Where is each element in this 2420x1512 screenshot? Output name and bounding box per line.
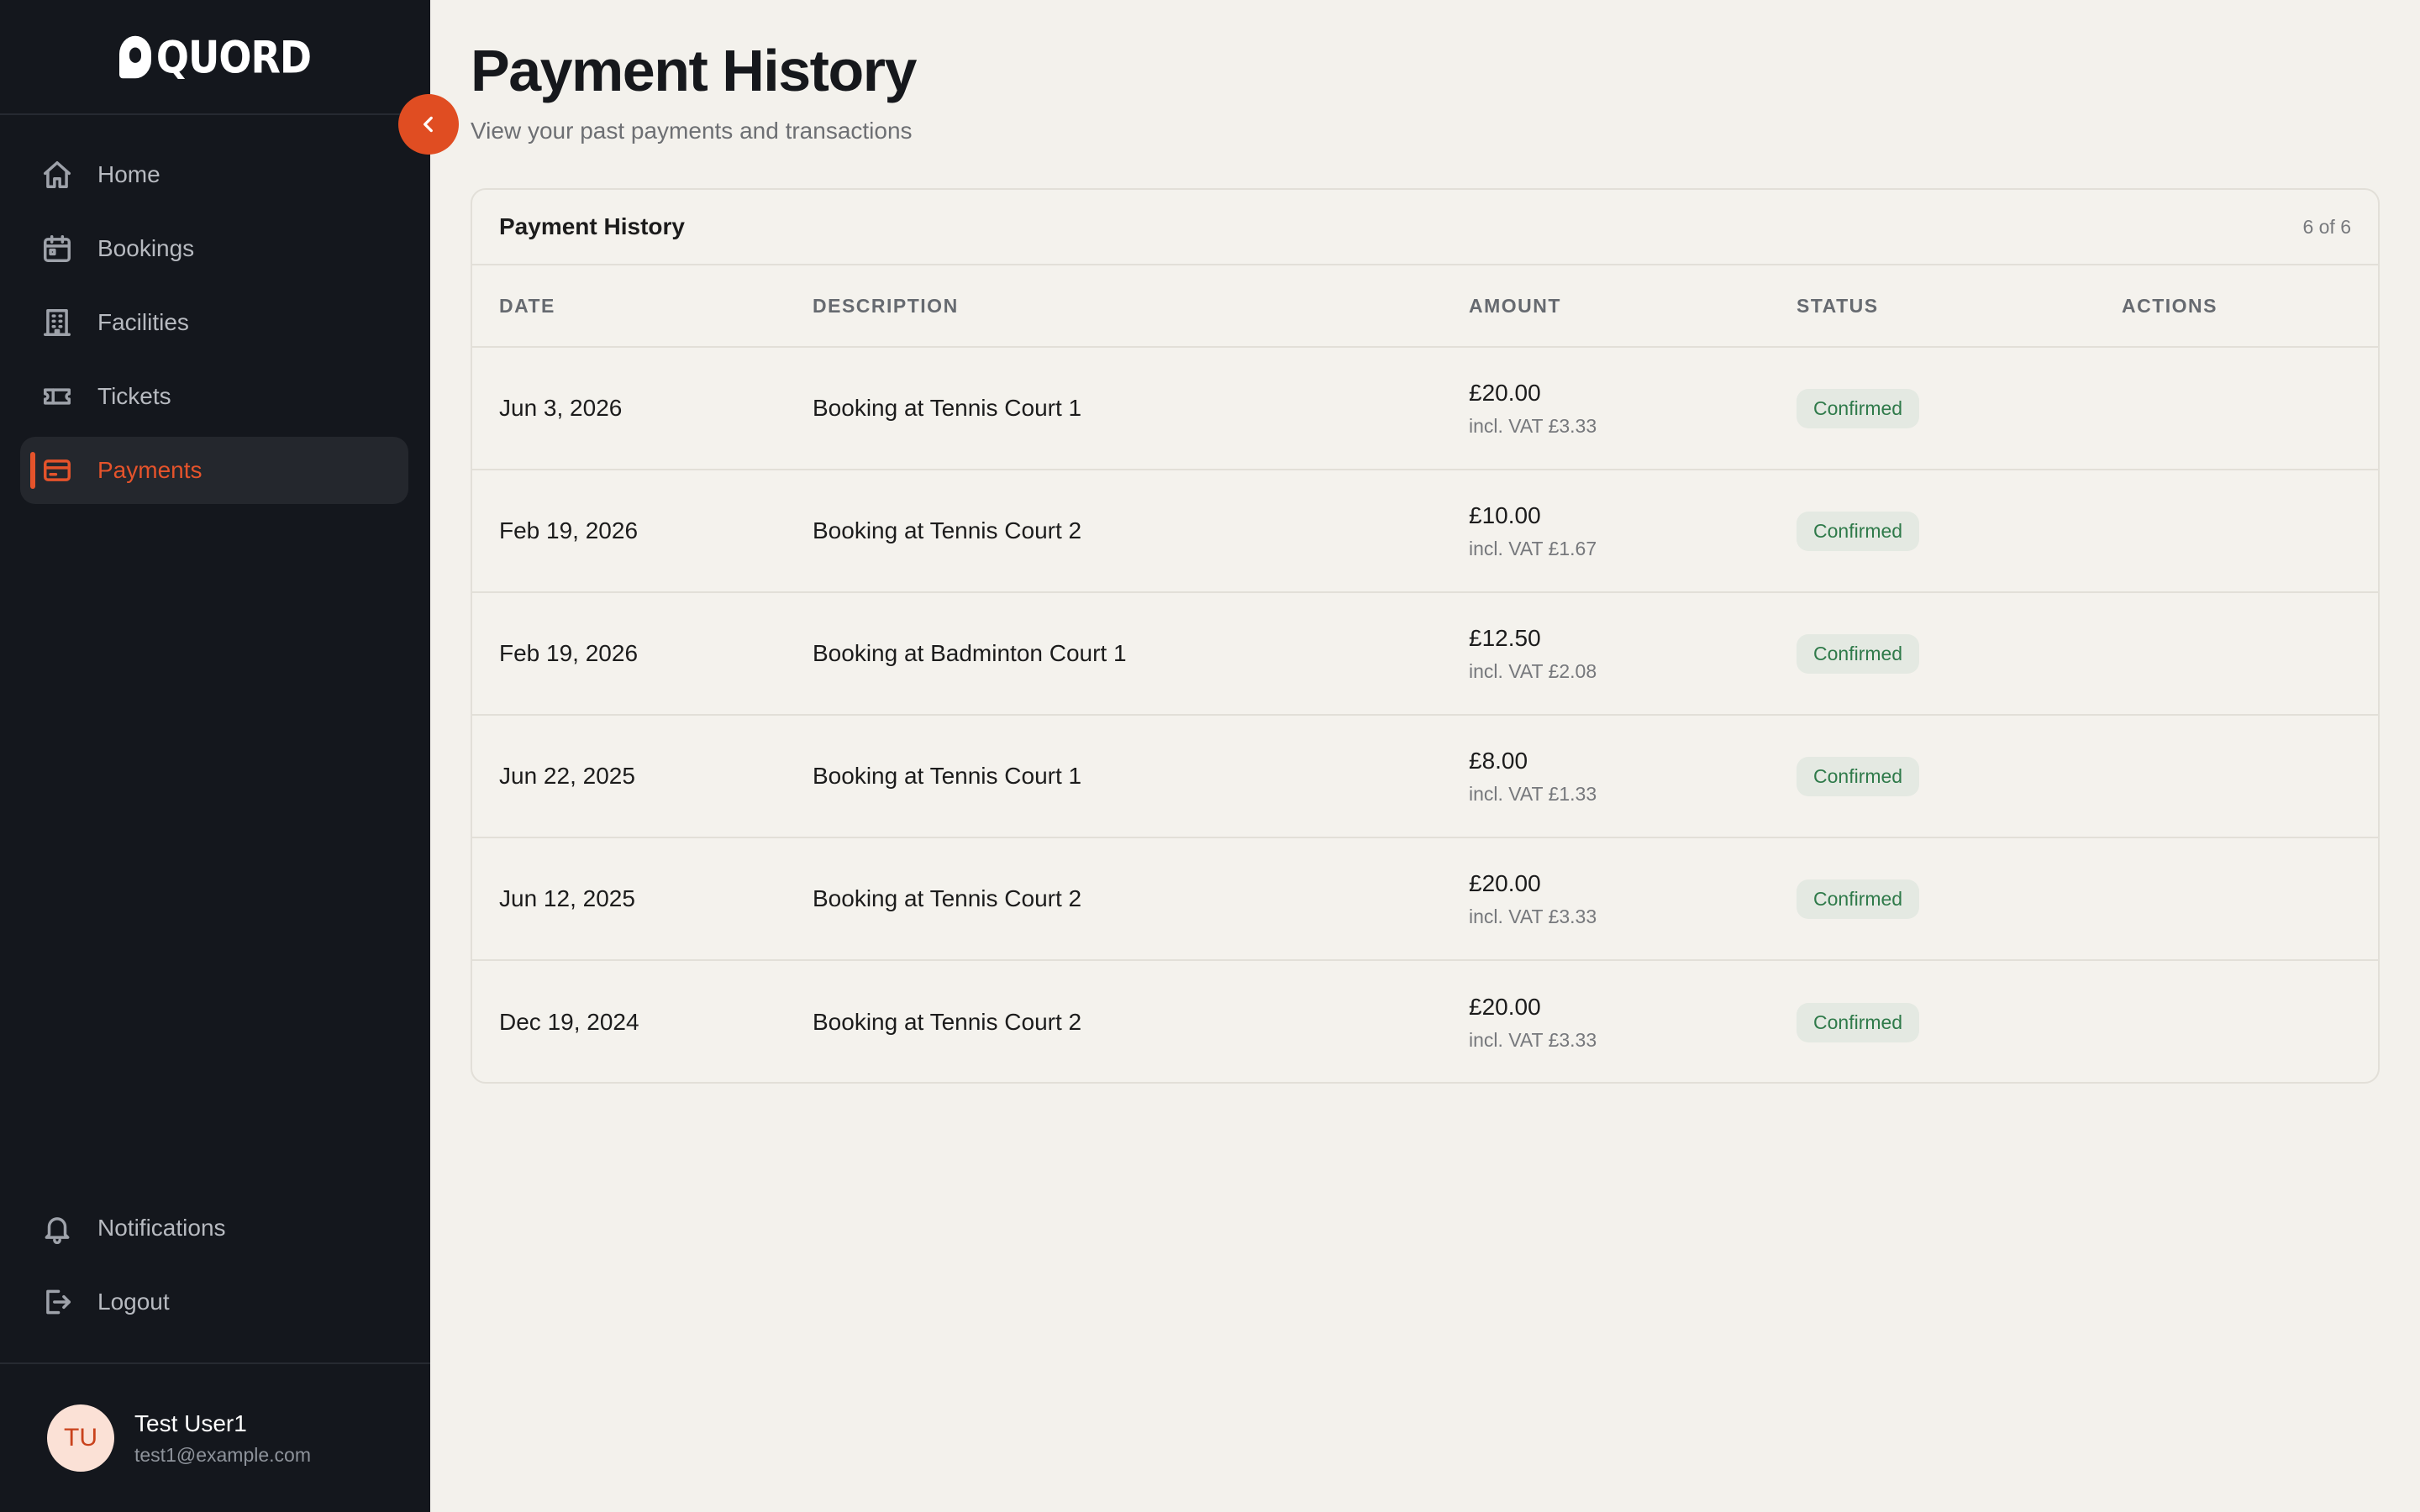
status-badge: Confirmed bbox=[1797, 633, 1920, 674]
logo[interactable]: QUORD bbox=[0, 0, 430, 115]
amount-value: £12.50 bbox=[1469, 624, 1541, 651]
collapse-sidebar-button[interactable] bbox=[398, 94, 459, 155]
cell-date: Jun 12, 2025 bbox=[499, 885, 635, 911]
brand-name: QUORD bbox=[155, 30, 312, 83]
status-badge: Confirmed bbox=[1797, 756, 1920, 796]
sidebar-item-notifications[interactable]: Notifications bbox=[20, 1194, 408, 1262]
sidebar-item-label: Notifications bbox=[97, 1215, 226, 1241]
sidebar-item-label: Payments bbox=[97, 457, 203, 483]
status-badge: Confirmed bbox=[1797, 511, 1920, 551]
cell-description: Booking at Tennis Court 2 bbox=[813, 517, 1082, 543]
bell-icon bbox=[40, 1211, 74, 1245]
amount-vat: incl. VAT £2.08 bbox=[1469, 659, 1597, 682]
cell-status: Confirmed bbox=[1797, 511, 2122, 551]
user-email: test1@example.com bbox=[134, 1443, 311, 1466]
sidebar-item-home[interactable]: Home bbox=[20, 141, 408, 208]
page-title: Payment History bbox=[471, 38, 917, 103]
status-badge: Confirmed bbox=[1797, 1002, 1920, 1042]
amount-value: £10.00 bbox=[1469, 501, 1541, 528]
cell-status: Confirmed bbox=[1797, 388, 2122, 428]
sidebar-item-bookings[interactable]: Bookings bbox=[20, 215, 408, 282]
sidebar-item-logout[interactable]: Logout bbox=[20, 1268, 408, 1336]
amount-vat: incl. VAT £3.33 bbox=[1469, 414, 1597, 437]
table-row: Jun 22, 2025 Booking at Tennis Court 1 £… bbox=[472, 716, 2378, 838]
logo-mark: QUORD bbox=[118, 30, 312, 83]
column-header-actions: ACTIONS bbox=[2122, 294, 2217, 317]
sidebar-divider bbox=[0, 1362, 430, 1364]
user-info: Test User1 test1@example.com bbox=[134, 1410, 311, 1467]
calendar-icon bbox=[40, 232, 74, 265]
table-row: Dec 19, 2024 Booking at Tennis Court 2 £… bbox=[472, 961, 2378, 1082]
logout-icon bbox=[40, 1285, 74, 1319]
table-row: Jun 12, 2025 Booking at Tennis Court 2 £… bbox=[472, 838, 2378, 961]
cell-description: Booking at Tennis Court 2 bbox=[813, 1009, 1082, 1035]
sidebar-item-payments[interactable]: Payments bbox=[20, 437, 408, 504]
building-icon bbox=[40, 306, 74, 339]
payment-history-card: Payment History 6 of 6 DATE DESCRIPTION … bbox=[471, 188, 2380, 1084]
user-name: Test User1 bbox=[134, 1410, 247, 1436]
sidebar-bottom-nav: Notifications Logout bbox=[20, 1194, 408, 1342]
cell-amount: £10.00 incl. VAT £1.67 bbox=[1469, 502, 1797, 560]
credit-card-icon bbox=[40, 454, 74, 487]
cell-date: Jun 22, 2025 bbox=[499, 763, 635, 789]
table-row: Jun 3, 2026 Booking at Tennis Court 1 £2… bbox=[472, 348, 2378, 470]
sidebar-item-label: Facilities bbox=[97, 309, 189, 335]
amount-vat: incl. VAT £1.67 bbox=[1469, 537, 1597, 559]
amount-value: £20.00 bbox=[1469, 869, 1541, 896]
column-header-date: DATE bbox=[499, 294, 555, 317]
sidebar-item-label: Bookings bbox=[97, 235, 195, 261]
sidebar-item-label: Tickets bbox=[97, 383, 171, 409]
ticket-icon bbox=[40, 380, 74, 413]
card-title: Payment History bbox=[499, 213, 685, 239]
status-badge: Confirmed bbox=[1797, 879, 1920, 919]
cell-amount: £12.50 incl. VAT £2.08 bbox=[1469, 625, 1797, 683]
record-count: 6 of 6 bbox=[2302, 215, 2351, 238]
sidebar-item-label: Home bbox=[97, 161, 160, 187]
cell-status: Confirmed bbox=[1797, 633, 2122, 674]
cell-date: Feb 19, 2026 bbox=[499, 640, 639, 666]
cell-date: Feb 19, 2026 bbox=[499, 517, 639, 543]
table-row: Feb 19, 2026 Booking at Tennis Court 2 £… bbox=[472, 470, 2378, 593]
page-subtitle: View your past payments and transactions bbox=[471, 118, 913, 144]
sidebar-item-label: Logout bbox=[97, 1289, 170, 1315]
card-header: Payment History 6 of 6 bbox=[472, 190, 2378, 265]
amount-vat: incl. VAT £3.33 bbox=[1469, 905, 1597, 927]
sidebar-item-facilities[interactable]: Facilities bbox=[20, 289, 408, 356]
cell-status: Confirmed bbox=[1797, 756, 2122, 796]
amount-value: £8.00 bbox=[1469, 747, 1528, 774]
cell-status: Confirmed bbox=[1797, 1002, 2122, 1042]
amount-value: £20.00 bbox=[1469, 379, 1541, 406]
sidebar-item-tickets[interactable]: Tickets bbox=[20, 363, 408, 430]
amount-vat: incl. VAT £1.33 bbox=[1469, 782, 1597, 805]
cell-amount: £20.00 incl. VAT £3.33 bbox=[1469, 380, 1797, 438]
home-icon bbox=[40, 158, 74, 192]
column-header-amount: AMOUNT bbox=[1469, 294, 1561, 317]
logo-q-icon bbox=[118, 35, 151, 78]
cell-description: Booking at Tennis Court 1 bbox=[813, 395, 1082, 421]
cell-date: Dec 19, 2024 bbox=[499, 1009, 639, 1035]
cell-description: Booking at Badminton Court 1 bbox=[813, 640, 1127, 666]
avatar: TU bbox=[47, 1404, 114, 1472]
cell-amount: £20.00 incl. VAT £3.33 bbox=[1469, 994, 1797, 1052]
cell-description: Booking at Tennis Court 2 bbox=[813, 885, 1082, 911]
user-profile[interactable]: TU Test User1 test1@example.com bbox=[47, 1404, 311, 1472]
column-header-status: STATUS bbox=[1797, 294, 1879, 317]
status-badge: Confirmed bbox=[1797, 388, 1920, 428]
table-row: Feb 19, 2026 Booking at Badminton Court … bbox=[472, 593, 2378, 716]
amount-value: £20.00 bbox=[1469, 993, 1541, 1020]
cell-amount: £20.00 incl. VAT £3.33 bbox=[1469, 870, 1797, 928]
cell-description: Booking at Tennis Court 1 bbox=[813, 763, 1082, 789]
sidebar: QUORD Home Bookings Facilities Tickets P… bbox=[0, 0, 430, 1512]
cell-amount: £8.00 incl. VAT £1.33 bbox=[1469, 748, 1797, 806]
table-header: DATE DESCRIPTION AMOUNT STATUS ACTIONS bbox=[472, 265, 2378, 348]
sidebar-nav: Home Bookings Facilities Tickets Payment… bbox=[20, 141, 408, 511]
chevron-left-icon bbox=[424, 116, 433, 133]
amount-vat: incl. VAT £3.33 bbox=[1469, 1028, 1597, 1051]
cell-date: Jun 3, 2026 bbox=[499, 395, 623, 421]
column-header-description: DESCRIPTION bbox=[813, 294, 959, 317]
cell-status: Confirmed bbox=[1797, 879, 2122, 919]
